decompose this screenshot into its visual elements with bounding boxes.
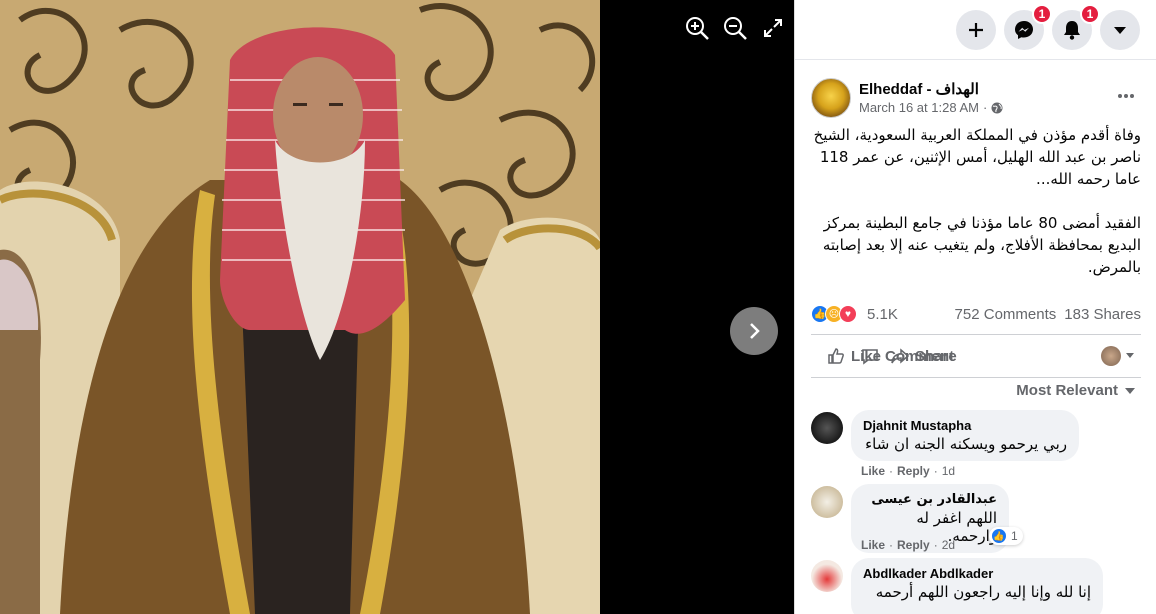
messenger-button[interactable]: 1	[1004, 3, 1052, 50]
comment-reaction-count: 1	[1011, 529, 1018, 543]
caret-down-icon	[1125, 387, 1135, 394]
caret-down-icon	[1114, 26, 1126, 34]
thumbs-up-icon	[828, 348, 844, 364]
commenter-avatar[interactable]	[811, 560, 843, 592]
notifications-button[interactable]: 1	[1052, 3, 1100, 50]
chevron-right-icon	[750, 323, 760, 339]
fullscreen-button[interactable]	[759, 14, 787, 42]
post-time[interactable]: March 16 at 1:28 AM	[859, 100, 979, 115]
comment-item: عبدالقادر بن عيسى اللهم اغفر له وارحمه. …	[811, 484, 1141, 554]
zoom-in-icon	[686, 17, 709, 40]
like-reaction-icon: 👍	[991, 528, 1007, 544]
more-icon	[1118, 94, 1134, 98]
notifications-badge: 1	[1080, 3, 1100, 24]
comment-label: Comment	[885, 347, 955, 365]
zoom-out-button[interactable]	[721, 14, 749, 42]
dot-separator: ·	[889, 464, 894, 478]
comment-item: Djahnit Mustapha ربي يرحمو ويسكنه الجنه …	[811, 410, 1141, 480]
next-photo-button[interactable]	[730, 307, 778, 355]
zoom-out-icon	[724, 17, 747, 40]
reactions-count[interactable]: 5.1K	[867, 306, 898, 323]
create-button[interactable]	[956, 9, 996, 50]
comment-item: Abdlkader Abdlkader إنا لله وإنا إليه را…	[811, 558, 1141, 614]
post-paragraph: وفاة أقدم مؤذن في المملكة العربية السعود…	[813, 126, 1141, 188]
comment-bubble: Abdlkader Abdlkader إنا لله وإنا إليه را…	[851, 558, 1103, 614]
more-options-button[interactable]	[1117, 82, 1135, 105]
plus-icon	[969, 22, 983, 37]
sort-label: Most Relevant	[1016, 382, 1118, 399]
expand-icon	[764, 19, 782, 37]
post-panel: 1 1 Elheddaf - الهداف March 16 at 1:28 A…	[794, 0, 1156, 614]
dot-separator: ·	[933, 538, 938, 552]
love-reaction-icon: ♥	[839, 305, 857, 323]
post-photo	[0, 0, 600, 614]
page-avatar[interactable]	[811, 78, 851, 118]
comment-reply-link[interactable]: Reply	[897, 464, 930, 478]
zoom-in-button[interactable]	[683, 14, 711, 42]
comments-count[interactable]: 752 Comments	[955, 306, 1057, 323]
comment-actions: Like · Reply · 2d	[861, 538, 955, 552]
comment-actions: Like · Reply · 1d	[861, 464, 955, 478]
comment-button[interactable]: Comment	[861, 347, 1156, 365]
post-paragraph: الفقيد أمضى 80 عاما مؤذنا في جامع البطين…	[822, 214, 1141, 276]
comment-sort-dropdown[interactable]: Most Relevant	[1016, 382, 1136, 399]
comment-time[interactable]: 1d	[942, 464, 955, 478]
photo-viewer	[0, 0, 794, 614]
comment-text: إنا لله وإنا إليه راجعون اللهم أرحمه	[875, 583, 1091, 601]
post-header: Elheddaf - الهداف March 16 at 1:28 AM ·	[811, 76, 1141, 118]
commenter-avatar[interactable]	[811, 412, 843, 444]
post-meta: March 16 at 1:28 AM ·	[859, 100, 1003, 115]
stats-right: 752 Comments 183 Shares	[955, 306, 1141, 323]
commenter-name[interactable]: عبدالقادر بن عيسى	[863, 492, 997, 507]
comment-time[interactable]: 2d	[942, 538, 955, 552]
account-menu-button[interactable]	[1100, 9, 1140, 50]
page-name[interactable]: Elheddaf - الهداف	[859, 80, 979, 98]
commenter-name[interactable]: Djahnit Mustapha	[863, 418, 1067, 433]
viewer-toolbar	[683, 14, 787, 42]
bell-icon	[1064, 20, 1080, 40]
messenger-icon	[1015, 20, 1033, 39]
top-bar: 1 1	[795, 0, 1156, 60]
commenter-name[interactable]: Abdlkader Abdlkader	[863, 566, 1091, 581]
shares-count[interactable]: 183 Shares	[1064, 306, 1141, 323]
comment-like-link[interactable]: Like	[861, 464, 885, 478]
post-stats: 👍 ☹ ♥ 5.1K 752 Comments 183 Shares	[811, 302, 1141, 326]
photo-illustration	[0, 0, 600, 614]
dot-separator: ·	[933, 464, 938, 478]
comment-bubble: Djahnit Mustapha ربي يرحمو ويسكنه الجنه …	[851, 410, 1079, 461]
commenter-avatar[interactable]	[811, 486, 843, 518]
post-text: وفاة أقدم مؤذن في المملكة العربية السعود…	[811, 124, 1141, 300]
dot-separator: ·	[889, 538, 894, 552]
messenger-badge: 1	[1032, 3, 1052, 24]
comment-icon	[862, 349, 878, 365]
globe-icon	[991, 102, 1003, 113]
comment-reply-link[interactable]: Reply	[897, 538, 930, 552]
comment-like-link[interactable]: Like	[861, 538, 885, 552]
reactions-summary[interactable]: 👍 ☹ ♥ 5.1K	[811, 305, 898, 323]
comment-reactions[interactable]: 👍 1	[989, 527, 1023, 545]
post-actions: Like Comment Share	[811, 334, 1141, 378]
meta-separator: ·	[982, 100, 988, 115]
comment-text: ربي يرحمو ويسكنه الجنه ان شاء	[865, 435, 1067, 453]
